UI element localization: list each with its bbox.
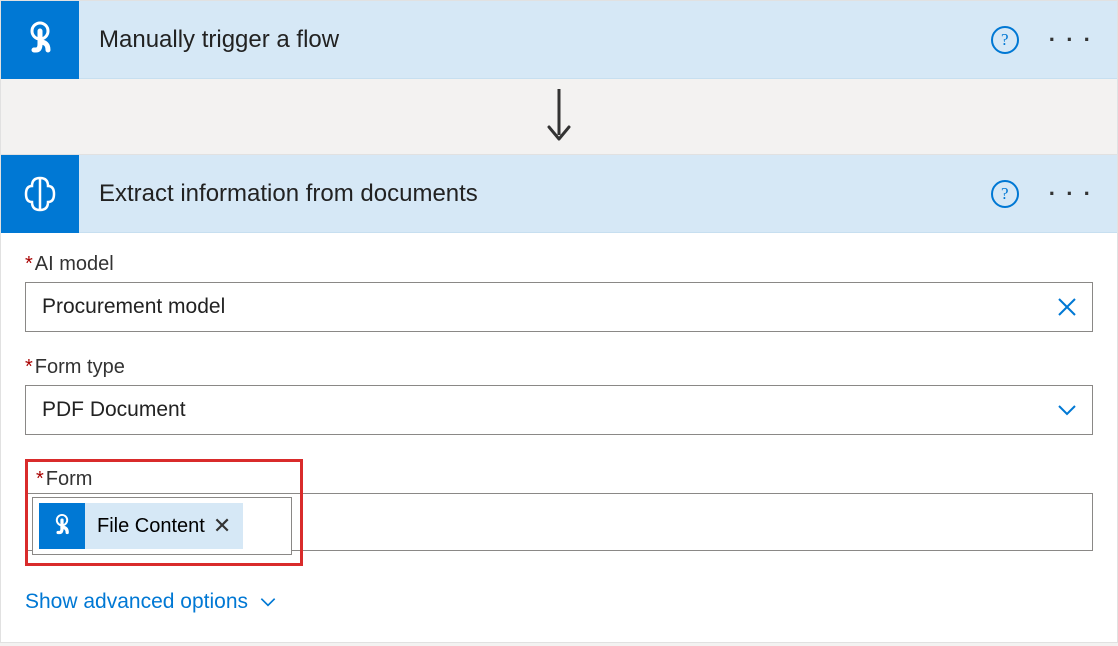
trigger-title: Manually trigger a flow <box>79 26 991 54</box>
remove-token-icon[interactable]: ✕ <box>213 513 231 539</box>
flow-connector <box>1 79 1117 155</box>
ai-model-input[interactable]: Procurement model <box>25 282 1093 332</box>
form-highlight: *Form Fi <box>25 459 303 566</box>
field-form-type: *Form type PDF Document <box>25 356 1093 435</box>
field-form: *Form Fi <box>25 459 1093 566</box>
form-input-visible[interactable]: File Content ✕ <box>32 497 292 555</box>
more-menu-icon[interactable]: · · · <box>1049 29 1093 51</box>
more-menu-icon[interactable]: · · · <box>1049 183 1093 205</box>
file-content-token[interactable]: File Content ✕ <box>39 503 243 549</box>
ai-model-value: Procurement model <box>42 295 225 319</box>
action-header[interactable]: Extract information from documents ? · ·… <box>1 155 1117 233</box>
form-label: *Form <box>32 468 292 491</box>
clear-icon[interactable] <box>1054 294 1080 320</box>
touch-icon <box>39 503 85 549</box>
ai-brain-icon <box>1 155 79 233</box>
token-label: File Content <box>97 515 205 538</box>
touch-icon <box>1 1 79 79</box>
action-title: Extract information from documents <box>79 180 991 208</box>
ai-model-label: *AI model <box>25 253 1093 276</box>
action-body: *AI model Procurement model *Form type P… <box>1 233 1117 642</box>
form-type-value: PDF Document <box>42 398 186 422</box>
form-type-select[interactable]: PDF Document <box>25 385 1093 435</box>
chevron-down-icon <box>258 592 278 612</box>
form-type-label: *Form type <box>25 356 1093 379</box>
chevron-down-icon[interactable] <box>1054 397 1080 423</box>
help-icon[interactable]: ? <box>991 180 1019 208</box>
field-ai-model: *AI model Procurement model <box>25 253 1093 332</box>
show-advanced-options-link[interactable]: Show advanced options <box>25 590 278 614</box>
help-icon[interactable]: ? <box>991 26 1019 54</box>
trigger-header[interactable]: Manually trigger a flow ? · · · <box>1 1 1117 79</box>
